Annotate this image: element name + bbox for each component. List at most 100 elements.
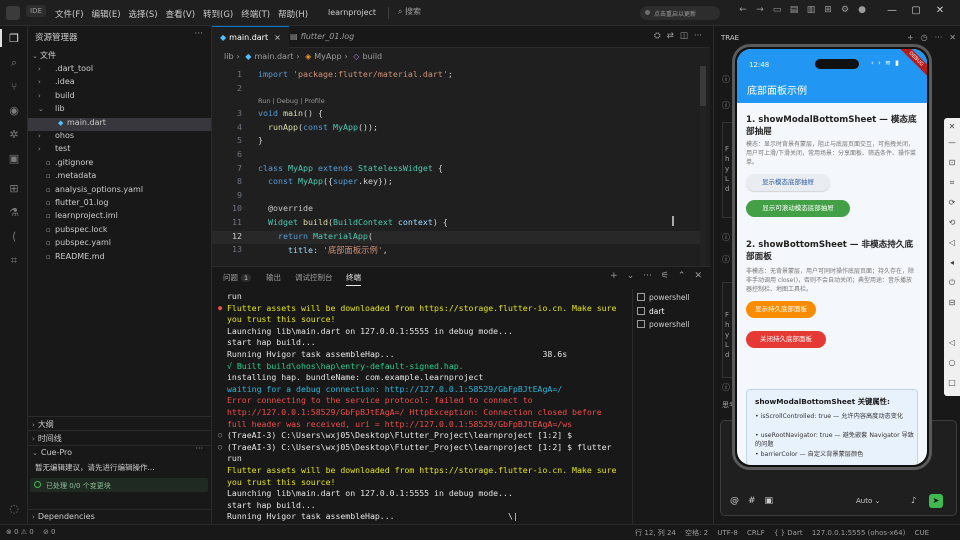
tree-item[interactable]: › ohos	[28, 131, 211, 145]
emulator-recents-icon[interactable]: □	[944, 378, 960, 387]
outline-section[interactable]: › 大纲	[28, 416, 211, 430]
close-tab-icon[interactable]: ×	[274, 33, 281, 42]
toggle-secondary-icon[interactable]: ▥	[803, 5, 819, 15]
tree-item[interactable]: › .dart_tool	[28, 64, 211, 78]
emulator-home-icon[interactable]: ○	[944, 358, 960, 367]
panel-layout-icon[interactable]: ⚟	[661, 271, 669, 281]
breadcrumb-lib[interactable]: lib	[224, 52, 234, 61]
panel-more-icon[interactable]: ···	[643, 271, 652, 281]
forward-arrow-icon[interactable]: →	[752, 5, 768, 15]
devices-icon[interactable]: ⌗	[0, 254, 28, 268]
menu-goto[interactable]: 转到(G)	[203, 8, 233, 20]
files-section-header[interactable]: ⌄ 文件	[28, 50, 211, 64]
project-switcher[interactable]: learnproject	[324, 6, 380, 19]
emulator-crop-icon[interactable]: ⌗	[944, 178, 960, 188]
code-line[interactable]: 10 @override	[212, 203, 702, 217]
tree-item[interactable]: ▫ .metadata	[28, 171, 211, 185]
code-line[interactable]: 6	[212, 149, 702, 163]
line-endings[interactable]: CRLF	[747, 529, 765, 537]
breadcrumb-class[interactable]: MyApp	[314, 52, 341, 61]
tab-problems[interactable]: 问题 1	[223, 272, 252, 283]
volume-up-icon[interactable]: ◁	[944, 238, 960, 247]
account-icon[interactable]: ●	[854, 5, 870, 15]
terminal-item-powershell[interactable]: powershell	[637, 293, 709, 306]
settings-gear-icon[interactable]: ⚙	[837, 5, 853, 15]
source-control-icon[interactable]: ⑂	[0, 80, 28, 93]
close-ai-panel-icon[interactable]: ✕	[949, 33, 956, 42]
more-actions-icon[interactable]: ···	[194, 29, 203, 39]
cue-status-item[interactable]: CUE	[915, 529, 929, 537]
terminal-item-dart[interactable]: dart	[637, 307, 709, 320]
close-panel-icon[interactable]: ✕	[694, 271, 702, 281]
target-device[interactable]: 127.0.0.1:5555 (ohos-x64)	[812, 529, 905, 537]
split-editor-icon[interactable]: ◫	[680, 31, 688, 41]
compare-icon[interactable]: ⇄	[667, 31, 674, 41]
code-line[interactable]: 7 class MyApp extends StatelessWidget {	[212, 163, 702, 177]
layout-icon[interactable]: ⊞	[820, 5, 836, 15]
back-arrow-icon[interactable]: ←	[735, 5, 751, 15]
tree-item[interactable]: ▫ learnproject.iml	[28, 211, 211, 225]
problems-status[interactable]: ⊗ 0 ⚠ 0	[6, 528, 34, 536]
show-modal-sheet-button[interactable]: 显示模态底部抽屉	[746, 174, 830, 191]
tree-item[interactable]: ▫ .gitignore	[28, 158, 211, 172]
search-icon[interactable]: ⌕	[0, 56, 28, 70]
send-button[interactable]: ➤	[929, 494, 943, 508]
tree-item[interactable]: › test	[28, 144, 211, 158]
code-lens[interactable]: Run | Debug | Profile	[258, 97, 325, 105]
emulator-back-icon[interactable]: ◁	[944, 338, 960, 347]
terminal-dropdown-icon[interactable]: ⌄	[627, 271, 635, 281]
ide-badge[interactable]: IDE	[26, 5, 46, 17]
code-line[interactable]: 9	[212, 190, 702, 204]
terminal-output[interactable]: run ● Flutter assets will be downloaded fr…	[218, 291, 632, 525]
code-line[interactable]: 11 Widget build(BuildContext context) {	[212, 217, 702, 231]
emulator-lock-icon[interactable]: ⊟	[944, 298, 960, 307]
tree-item[interactable]: › build	[28, 91, 211, 105]
cue-more-icon[interactable]: ···	[195, 444, 203, 453]
emulator-minimize-icon[interactable]: —	[944, 138, 960, 147]
code-line[interactable]: 12 return MaterialApp(	[212, 230, 702, 245]
extensions-icon[interactable]: ⊞	[0, 182, 28, 195]
ports-status[interactable]: ⊘ 0	[43, 528, 56, 536]
language-mode[interactable]: { } Dart	[774, 529, 803, 537]
code-line[interactable]: 4 runApp(const MyApp());	[212, 122, 702, 136]
history-icon[interactable]: ◷	[921, 33, 928, 42]
remote-icon[interactable]: ▣	[0, 152, 28, 165]
toggle-sidebar-icon[interactable]: ▭	[769, 5, 785, 15]
tab-main-dart[interactable]: ◆ main.dart ×	[212, 26, 289, 48]
run-debug-icon[interactable]: ◉	[0, 104, 28, 117]
show-scrollable-sheet-button[interactable]: 显示可滚动模态底部抽屉	[746, 200, 850, 217]
menu-help[interactable]: 帮助(H)	[278, 8, 308, 20]
tab-debug-console[interactable]: 调试控制台	[295, 272, 333, 283]
tab-output[interactable]: 输出	[266, 272, 281, 283]
emulator-close-icon[interactable]: ✕	[944, 122, 960, 131]
model-selector[interactable]: Auto ⌄	[856, 497, 880, 505]
tree-item[interactable]: ◆ main.dart	[28, 117, 211, 132]
code-line[interactable]: 8 const MyApp({super.key});	[212, 176, 702, 190]
command-search[interactable]: ⌕ 搜索	[398, 6, 421, 17]
menu-terminal[interactable]: 终端(T)	[241, 8, 270, 20]
emulator-power-icon[interactable]: ⏻	[944, 278, 960, 288]
new-terminal-icon[interactable]: +	[610, 271, 618, 281]
code-line[interactable]: 5}	[212, 135, 702, 149]
tree-item[interactable]: ▫ flutter_01.log	[28, 198, 211, 212]
testing-icon[interactable]: ⚗	[0, 206, 28, 219]
menu-edit[interactable]: 编辑(E)	[92, 8, 121, 20]
code-line[interactable]: 2	[212, 83, 702, 97]
flutter-icon[interactable]: ⟨	[0, 230, 28, 243]
mic-icon[interactable]: ♪	[911, 496, 916, 506]
tree-item[interactable]: › .idea	[28, 77, 211, 91]
dependencies-section[interactable]: › Dependencies	[28, 509, 211, 523]
tab-flutter-log[interactable]: ▤ flutter_01.log	[282, 26, 362, 48]
menu-view[interactable]: 查看(V)	[166, 8, 195, 20]
extensions-debug-icon[interactable]: ✲	[0, 128, 28, 141]
code-line[interactable]: 3 void main() {	[212, 108, 702, 122]
breadcrumb-method[interactable]: build	[362, 52, 382, 61]
menu-selection[interactable]: 选择(S)	[129, 8, 158, 20]
run-flutter-icon[interactable]: ⛭	[654, 31, 661, 41]
new-chat-icon[interactable]: +	[907, 33, 914, 42]
timeline-section[interactable]: › 时间线	[28, 430, 211, 444]
tree-item[interactable]: ▫ analysis_options.yaml	[28, 185, 211, 199]
explorer-icon[interactable]: ❐	[0, 29, 28, 47]
mention-icon[interactable]: @	[730, 496, 739, 506]
tree-item[interactable]: ⌄ lib	[28, 104, 211, 118]
